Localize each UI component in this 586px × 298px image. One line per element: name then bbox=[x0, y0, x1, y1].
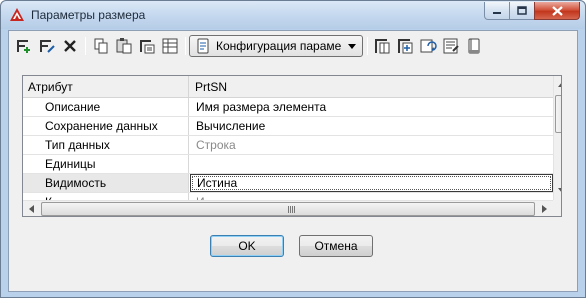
row-attribute-name: Видимость bbox=[23, 174, 189, 192]
column-settings-icon bbox=[375, 39, 390, 54]
row-attribute-name: Сохранение данных bbox=[23, 117, 189, 135]
row-value[interactable]: Вычисление bbox=[190, 117, 553, 135]
horizontal-scroll-thumb[interactable] bbox=[41, 202, 535, 216]
table-row[interactable]: Сохранение данных Вычисление bbox=[23, 117, 553, 136]
cancel-button[interactable]: Отмена bbox=[299, 235, 373, 257]
delete-icon bbox=[64, 40, 76, 52]
configuration-dropdown-value: Конфигурация параме bbox=[216, 39, 342, 53]
help-book-button[interactable] bbox=[463, 35, 485, 57]
paste-button[interactable] bbox=[113, 35, 135, 57]
table-row[interactable]: Единицы bbox=[23, 155, 553, 174]
paste-icon bbox=[116, 38, 132, 54]
add-parameter-icon bbox=[17, 40, 30, 53]
scroll-up-button[interactable] bbox=[554, 76, 561, 93]
vertical-scroll-thumb[interactable] bbox=[555, 95, 561, 133]
toolbar-separator bbox=[85, 37, 86, 55]
maximize-icon bbox=[517, 6, 527, 15]
table-view-button[interactable] bbox=[159, 35, 181, 57]
column-settings-button[interactable] bbox=[371, 35, 393, 57]
table-row[interactable]: Тип данных Строка bbox=[23, 136, 553, 155]
scroll-up-arrow-icon bbox=[558, 83, 561, 87]
minimize-icon bbox=[493, 11, 501, 14]
row-value: Строка bbox=[196, 138, 236, 152]
ok-button[interactable]: OK bbox=[210, 235, 284, 257]
table-view-icon bbox=[162, 38, 178, 54]
table-row[interactable]: Описание Имя размера элемента bbox=[23, 98, 553, 117]
properties-button[interactable] bbox=[440, 35, 462, 57]
refresh-icon bbox=[420, 39, 437, 53]
column-header-value[interactable]: PrtSN bbox=[190, 76, 553, 98]
scroll-right-button[interactable] bbox=[536, 201, 553, 216]
delete-button[interactable] bbox=[59, 35, 81, 57]
window-title: Параметры размера bbox=[31, 8, 146, 22]
chevron-down-icon bbox=[348, 44, 356, 49]
grid-header: Атрибут PrtSN bbox=[23, 76, 553, 98]
toolbar: Конфигурация параме bbox=[9, 31, 577, 61]
vertical-scrollbar[interactable] bbox=[553, 76, 561, 200]
row-value-editor[interactable]: Истина bbox=[190, 174, 553, 192]
dialog-window: Параметры размера Конфигурация параме Ат… bbox=[0, 0, 586, 298]
scroll-down-button[interactable] bbox=[554, 182, 561, 199]
configuration-dropdown[interactable]: Конфигурация параме bbox=[189, 35, 363, 57]
title-bar[interactable]: Параметры размера bbox=[1, 1, 585, 29]
close-icon bbox=[551, 5, 563, 16]
scroll-right-arrow-icon bbox=[542, 205, 547, 213]
column-header-attribute[interactable]: Атрибут bbox=[23, 76, 189, 98]
configuration-icon bbox=[194, 37, 212, 55]
parameters-grid: Атрибут PrtSN Описание Имя размера элеме… bbox=[22, 75, 562, 217]
maximize-button[interactable] bbox=[509, 2, 535, 20]
toolbar-separator bbox=[367, 37, 368, 55]
copy-button[interactable] bbox=[90, 35, 112, 57]
row-attribute-name: Описание bbox=[23, 98, 189, 116]
minimize-button[interactable] bbox=[484, 2, 510, 20]
toolbar-separator bbox=[185, 37, 186, 55]
horizontal-scrollbar[interactable] bbox=[23, 200, 553, 216]
table-row-selected[interactable]: Видимость Истина bbox=[23, 174, 553, 193]
refresh-button[interactable] bbox=[417, 35, 439, 57]
scrollbar-corner bbox=[553, 200, 561, 216]
book-icon bbox=[468, 38, 480, 54]
edit-parameter-button[interactable] bbox=[36, 35, 58, 57]
insert-row-button[interactable] bbox=[136, 35, 158, 57]
dialog-client-area: Конфигурация параме Атрибут PrtSN Описан… bbox=[8, 30, 578, 292]
properties-icon bbox=[443, 38, 459, 54]
row-attribute-name: Единицы bbox=[23, 155, 189, 173]
add-parameter-button[interactable] bbox=[13, 35, 35, 57]
edit-parameter-icon bbox=[40, 40, 55, 53]
copy-icon bbox=[94, 38, 108, 54]
add-column-button[interactable] bbox=[394, 35, 416, 57]
autocad-app-icon[interactable] bbox=[9, 7, 25, 23]
scroll-down-arrow-icon bbox=[558, 188, 561, 192]
scroll-grip-icon bbox=[288, 206, 296, 213]
add-column-icon bbox=[398, 39, 413, 54]
row-attribute-name: Тип данных bbox=[23, 136, 189, 154]
row-value[interactable]: Имя размера элемента bbox=[190, 98, 553, 116]
insert-row-icon bbox=[140, 40, 155, 54]
close-button[interactable] bbox=[534, 2, 580, 20]
scroll-left-arrow-icon bbox=[29, 205, 34, 213]
row-value[interactable] bbox=[190, 155, 553, 173]
scroll-left-button[interactable] bbox=[23, 201, 40, 216]
